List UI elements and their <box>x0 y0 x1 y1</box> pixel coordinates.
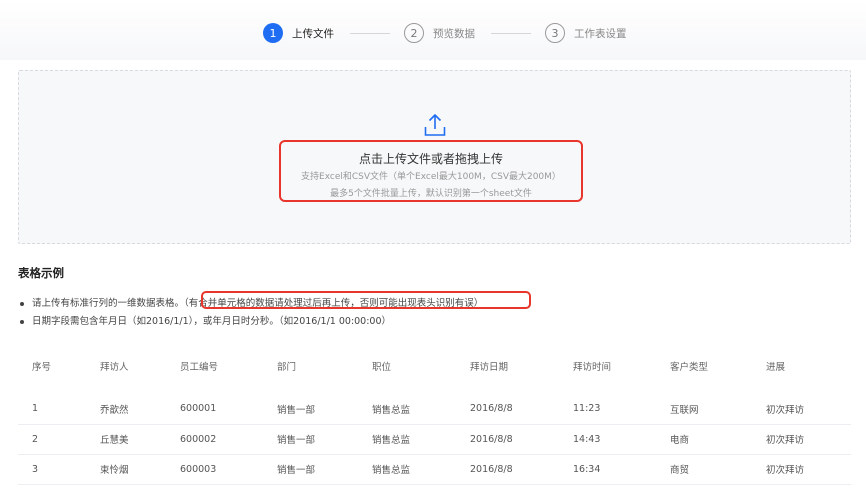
table-cell: 销售一部 <box>263 424 358 455</box>
rule-text: 请上传有标准行列的一维数据表格。 <box>32 298 185 309</box>
table-cell: 2016/8/8 <box>456 424 559 455</box>
upload-icon[interactable] <box>424 113 446 137</box>
step-upload-file[interactable]: 1 上传文件 <box>263 23 334 43</box>
table-cell: 600001 <box>166 394 263 425</box>
stepper-bar: 1 上传文件 2 预览数据 3 工作表设置 <box>0 0 866 60</box>
table-header-row: 序号 拜访人 员工编号 部门 职位 拜访日期 拜访时间 客户类型 进展 <box>18 346 851 386</box>
upload-stepper: 1 上传文件 2 预览数据 3 工作表设置 <box>263 22 627 44</box>
table-row: 1 乔歆然 600001 销售一部 销售总监 2016/8/8 11:23 互联… <box>18 394 851 425</box>
table-cell: 2016/8/8 <box>456 454 559 485</box>
rule-note-highlight-box <box>201 291 531 309</box>
table-cell: 销售总监 <box>358 394 456 425</box>
table-row: 2 丘慧美 600002 销售一部 销售总监 2016/8/8 14:43 电商… <box>18 424 851 455</box>
step-label: 上传文件 <box>292 27 334 40</box>
table-cell: 16:34 <box>559 454 656 485</box>
spacer-cell <box>18 386 851 394</box>
table-row: 3 束怜烟 600003 销售一部 销售总监 2016/8/8 16:34 商贸… <box>18 454 851 485</box>
table-cell: 初次拜访 <box>752 394 851 425</box>
table-spacer <box>18 386 851 394</box>
step-number: 2 <box>404 23 424 43</box>
table-cell: 2016/8/8 <box>456 394 559 425</box>
step-label: 预览数据 <box>433 27 475 40</box>
rule-text: 日期字段需包含年月日（如2016/1/1），或年月日时分秒。（如2016/1/1… <box>32 316 392 327</box>
table-cell: 丘慧美 <box>86 424 166 455</box>
table-cell: 1 <box>18 394 86 425</box>
dropzone-subtitle: 支持Excel和CSV文件（单个Excel最大100M，CSV最大200M） <box>301 172 561 182</box>
table-cell: 600002 <box>166 424 263 455</box>
table-cell: 销售一部 <box>263 454 358 485</box>
table-cell: 2 <box>18 424 86 455</box>
step-sheet-settings[interactable]: 3 工作表设置 <box>545 23 627 43</box>
column-header: 拜访日期 <box>470 362 509 373</box>
dropzone-note: 最多5个文件批量上传，默认识别第一个sheet文件 <box>330 189 532 199</box>
table-cell: 11:23 <box>559 394 656 425</box>
table-cell: 乔歆然 <box>86 394 166 425</box>
table-cell: 销售总监 <box>358 454 456 485</box>
column-header: 序号 <box>32 362 52 373</box>
bullet-icon <box>20 301 24 306</box>
step-connector <box>350 32 390 34</box>
step-label: 工作表设置 <box>574 27 627 40</box>
table-cell: 600003 <box>166 454 263 485</box>
column-header: 进展 <box>766 362 786 373</box>
step-number: 1 <box>263 23 283 43</box>
column-header: 职位 <box>372 362 392 373</box>
step-preview-data[interactable]: 2 预览数据 <box>404 23 475 43</box>
step-number: 3 <box>545 23 565 43</box>
table-cell: 初次拜访 <box>752 424 851 455</box>
table-cell: 商贸 <box>656 454 752 485</box>
step-connector <box>491 32 531 34</box>
table-cell: 14:43 <box>559 424 656 455</box>
column-header: 客户类型 <box>670 362 709 373</box>
column-header: 部门 <box>277 362 297 373</box>
example-section-title: 表格示例 <box>18 266 64 280</box>
bullet-icon <box>20 319 24 324</box>
table-cell: 互联网 <box>656 394 752 425</box>
table-cell: 初次拜访 <box>752 454 851 485</box>
table-cell: 电商 <box>656 424 752 455</box>
sample-table: 序号 拜访人 员工编号 部门 职位 拜访日期 拜访时间 客户类型 进展 1 乔歆… <box>18 346 851 485</box>
column-header: 拜访人 <box>100 362 129 373</box>
table-cell: 3 <box>18 454 86 485</box>
table-cell: 销售一部 <box>263 394 358 425</box>
table-cell: 束怜烟 <box>86 454 166 485</box>
dropzone-title[interactable]: 点击上传文件或者拖拽上传 <box>279 150 583 167</box>
column-header: 拜访时间 <box>573 362 612 373</box>
rule-item-2: 日期字段需包含年月日（如2016/1/1），或年月日时分秒。（如2016/1/1… <box>20 313 391 327</box>
column-header: 员工编号 <box>180 362 219 373</box>
table-cell: 销售总监 <box>358 424 456 455</box>
